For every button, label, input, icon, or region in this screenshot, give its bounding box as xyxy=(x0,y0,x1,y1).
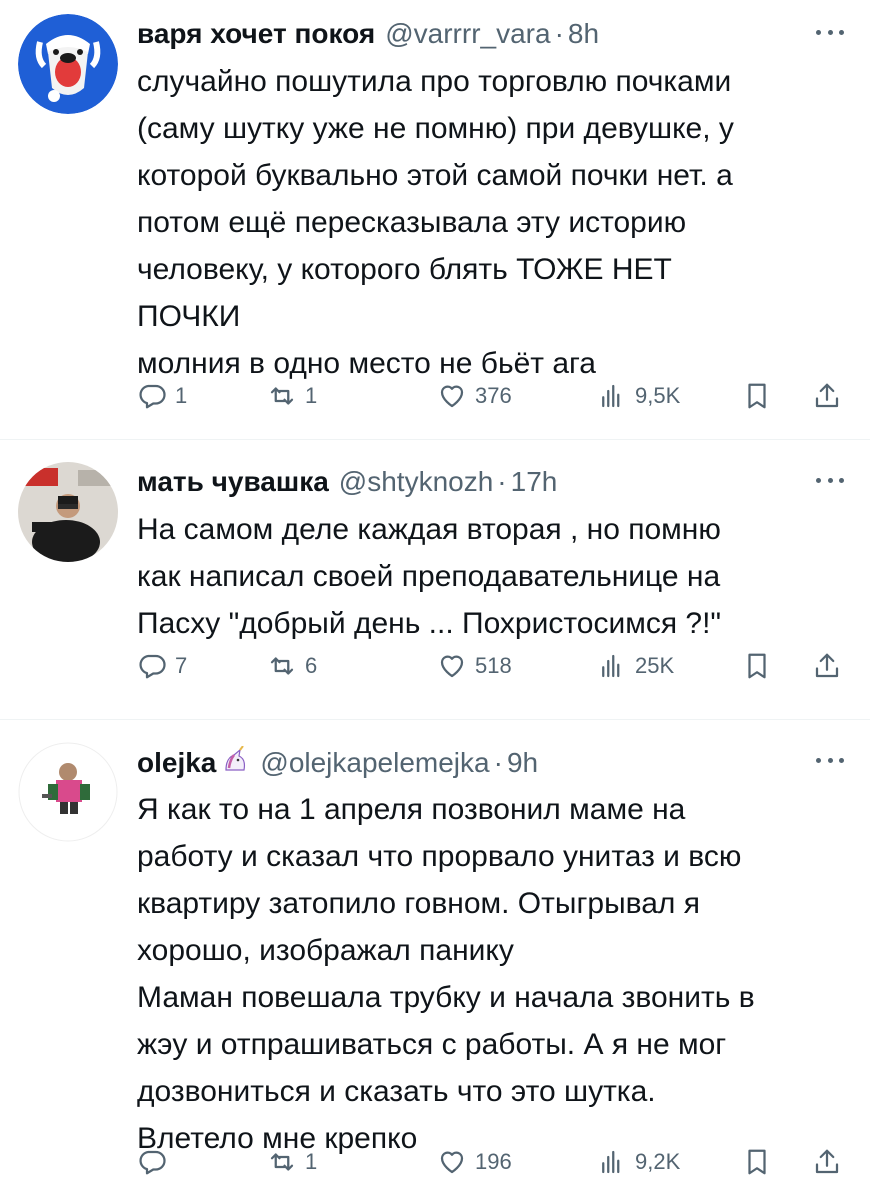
unicorn-emoji-icon xyxy=(225,746,246,771)
person-photo-avatar-icon xyxy=(18,462,118,562)
share-icon xyxy=(815,1149,839,1174)
reply-button[interactable]: 1 xyxy=(137,376,187,416)
timestamp[interactable]: 9h xyxy=(507,743,538,783)
retweet-icon xyxy=(270,1153,294,1171)
views-button[interactable]: 9,5K xyxy=(597,376,680,416)
tweet-actions: 7 6 518 25K xyxy=(137,646,842,686)
dog-avatar-icon xyxy=(18,14,118,114)
more-options-icon[interactable] xyxy=(816,466,844,494)
bookmark-button[interactable] xyxy=(742,1142,772,1182)
retweet-button[interactable]: 6 xyxy=(267,646,317,686)
heart-icon xyxy=(440,655,464,678)
more-options-icon[interactable] xyxy=(816,746,844,774)
tweet-text: Я как то на 1 апреля позвонил маме на ра… xyxy=(137,793,755,1155)
heart-icon xyxy=(440,1151,464,1174)
user-handle[interactable]: @varrrr_vara xyxy=(385,14,550,54)
avatar[interactable] xyxy=(18,14,118,114)
share-icon xyxy=(815,653,839,678)
like-count: 376 xyxy=(475,383,512,408)
retweet-button[interactable]: 1 xyxy=(267,1142,317,1182)
tweet-text: На самом деле каждая вторая , но помню к… xyxy=(137,513,722,640)
separator-dot: · xyxy=(554,18,564,49)
display-name[interactable]: мать чувашка xyxy=(137,462,329,502)
tweet-header: olejka @olejkapelemejka · 9h xyxy=(137,742,842,782)
tweet[interactable]: мать чувашка @shtyknozh · 17h На самом д… xyxy=(0,440,870,720)
retweet-count: 1 xyxy=(305,1149,318,1174)
bookmark-icon xyxy=(748,653,766,679)
reply-feed: варя хочет покоя @varrrr_vara · 8h случа… xyxy=(0,0,870,1200)
tweet[interactable]: варя хочет покоя @varrrr_vara · 8h случа… xyxy=(0,0,870,440)
timestamp[interactable]: 17h xyxy=(511,462,558,502)
avatar[interactable] xyxy=(18,742,118,842)
views-count: 25K xyxy=(635,653,675,678)
bookmark-button[interactable] xyxy=(742,646,772,686)
share-button[interactable] xyxy=(812,376,842,416)
share-icon xyxy=(815,383,839,408)
separator-dot: · xyxy=(497,466,507,497)
like-count: 518 xyxy=(475,653,512,678)
tweet[interactable]: olejka @olejkapelemejka · 9h Я как то на… xyxy=(0,720,870,1200)
tweet-actions: 1 196 9,2K xyxy=(137,1142,842,1182)
like-count: 196 xyxy=(475,1149,512,1174)
retweet-icon xyxy=(270,657,294,675)
views-count: 9,5K xyxy=(635,383,681,408)
views-button[interactable]: 9,2K xyxy=(597,1142,680,1182)
reply-icon xyxy=(139,1150,166,1175)
like-button[interactable]: 196 xyxy=(437,1142,512,1182)
views-chart-icon xyxy=(602,384,620,408)
reply-count: 7 xyxy=(175,653,188,678)
share-button[interactable] xyxy=(812,1142,842,1182)
user-handle[interactable]: @shtyknozh xyxy=(339,462,494,502)
reply-button[interactable]: 7 xyxy=(137,646,187,686)
tweet-header: мать чувашка @shtyknozh · 17h xyxy=(137,462,842,502)
retweet-icon xyxy=(270,387,294,405)
retweet-count: 6 xyxy=(305,653,318,678)
like-button[interactable]: 376 xyxy=(437,376,512,416)
tweet-header: варя хочет покоя @varrrr_vara · 8h xyxy=(137,14,842,54)
tweet-text: случайно пошутила про торговлю почками (… xyxy=(137,65,734,380)
share-button[interactable] xyxy=(812,646,842,686)
bookmark-button[interactable] xyxy=(742,376,772,416)
reply-button[interactable] xyxy=(137,1142,175,1182)
bookmark-icon xyxy=(748,1149,766,1175)
reply-icon xyxy=(139,384,166,409)
drawing-avatar-icon xyxy=(18,742,118,842)
views-chart-icon xyxy=(602,654,620,678)
views-count: 9,2K xyxy=(635,1149,681,1174)
views-button[interactable]: 25K xyxy=(597,646,674,686)
bookmark-icon xyxy=(748,383,766,409)
more-options-icon[interactable] xyxy=(816,18,844,46)
display-name[interactable]: olejka xyxy=(137,743,216,783)
like-button[interactable]: 518 xyxy=(437,646,512,686)
separator-dot: · xyxy=(493,747,503,778)
timestamp[interactable]: 8h xyxy=(568,14,599,54)
views-chart-icon xyxy=(602,1150,620,1174)
retweet-count: 1 xyxy=(305,383,318,408)
user-handle[interactable]: @olejkapelemejka xyxy=(260,743,489,783)
retweet-button[interactable]: 1 xyxy=(267,376,317,416)
heart-icon xyxy=(440,385,464,408)
reply-icon xyxy=(139,654,166,679)
avatar[interactable] xyxy=(18,462,118,562)
tweet-actions: 1 1 376 9,5K xyxy=(137,376,842,416)
display-name[interactable]: варя хочет покоя xyxy=(137,14,375,54)
reply-count: 1 xyxy=(175,383,188,408)
